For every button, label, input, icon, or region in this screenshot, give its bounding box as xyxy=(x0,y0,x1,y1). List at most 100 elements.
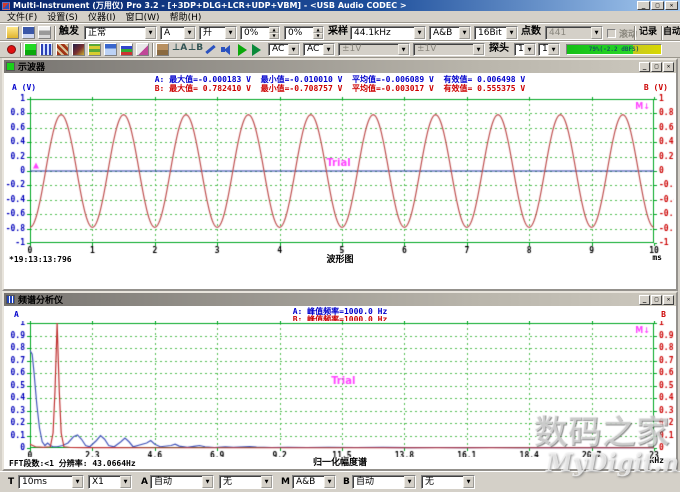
probe-label: 探头 xyxy=(489,42,509,56)
close-icon[interactable]: ✕ xyxy=(663,295,674,305)
derived-data-icon[interactable] xyxy=(120,43,133,56)
scope-y-label-left: A (V) xyxy=(12,83,36,92)
play-icon[interactable] xyxy=(238,44,247,56)
ground-b-icon[interactable]: ⊥B xyxy=(188,42,203,55)
chevron-down-icon[interactable]: ▼ xyxy=(404,476,415,488)
menu-bar: 文件(F) 设置(S) 仪器(I) 窗口(W) 帮助(H) xyxy=(0,11,680,23)
restore-icon[interactable]: □ xyxy=(651,295,662,305)
chevron-down-icon[interactable]: ▼ xyxy=(524,44,535,55)
points-select: 441 ▼ xyxy=(545,26,603,40)
a-range-mode-value: 自动 xyxy=(151,476,202,488)
save-icon[interactable] xyxy=(22,26,35,39)
toolbar-separator xyxy=(54,26,56,40)
chevron-down-icon[interactable]: ▼ xyxy=(72,476,83,488)
device-test-plan-icon[interactable] xyxy=(104,43,117,56)
scope-x-title: 波形图 xyxy=(4,255,676,265)
minimize-icon[interactable]: _ xyxy=(637,1,650,10)
close-icon[interactable]: ✕ xyxy=(665,1,678,10)
chevron-down-icon[interactable]: ▼ xyxy=(323,44,334,55)
spectrum-analyzer-icon[interactable] xyxy=(40,43,53,56)
sweep-time-select[interactable]: 10ms ▼ xyxy=(18,475,84,489)
coupling-b-select[interactable]: AC ▼ xyxy=(303,43,335,56)
maximize-icon[interactable]: □ xyxy=(651,1,664,10)
speaker-icon[interactable] xyxy=(220,43,233,56)
calibration-icon[interactable] xyxy=(156,43,169,56)
ground-a-icon[interactable]: ⊥A xyxy=(172,42,187,55)
oscilloscope-title-bar[interactable]: 示波器 _ □ ✕ xyxy=(4,60,676,73)
trigger-source-value: A xyxy=(161,27,184,39)
spectrum-x-unit: KHz xyxy=(650,456,664,465)
chevron-down-icon[interactable]: ▼ xyxy=(463,476,474,488)
chevron-down-icon[interactable]: ▼ xyxy=(184,27,195,39)
menu-help[interactable]: 帮助(H) xyxy=(166,10,208,23)
trigger-level-stepper[interactable]: 0% ▲▼ xyxy=(240,26,280,40)
zoom-value: X1 xyxy=(89,476,120,488)
auto-button[interactable]: 自动 xyxy=(663,24,680,40)
sample-rate-value: 44.1kHz xyxy=(351,27,414,39)
chevron-down-icon[interactable]: ▼ xyxy=(459,27,470,39)
b-range-mode-select[interactable]: 自动 ▼ xyxy=(352,475,416,489)
signal-generator-icon[interactable] xyxy=(88,43,101,56)
spectrum-plot xyxy=(6,321,674,457)
spin-down-icon[interactable]: ▼ xyxy=(269,33,279,39)
trigger-label: 触发 xyxy=(59,25,79,39)
probe-a-select[interactable]: 1 ▼ xyxy=(514,43,536,56)
open-file-icon[interactable] xyxy=(6,26,19,39)
spectrum-3d-icon[interactable] xyxy=(72,43,85,56)
restore-icon[interactable]: □ xyxy=(651,62,662,72)
minimize-icon[interactable]: _ xyxy=(639,62,650,72)
trigger-source-select[interactable]: A ▼ xyxy=(160,26,196,40)
trigger-delay-stepper[interactable]: 0% ▲▼ xyxy=(284,26,324,40)
sample-rate-select[interactable]: 44.1kHz ▼ xyxy=(350,26,426,40)
coupling-a-select[interactable]: AC ▼ xyxy=(268,43,300,56)
chevron-down-icon[interactable]: ▼ xyxy=(261,476,272,488)
multimeter-icon[interactable] xyxy=(56,43,69,56)
minimize-icon[interactable]: _ xyxy=(639,295,650,305)
menu-file[interactable]: 文件(F) xyxy=(3,10,43,23)
chevron-down-icon[interactable]: ▼ xyxy=(225,27,236,39)
oscilloscope-plot xyxy=(6,92,674,254)
chevron-down-icon[interactable]: ▼ xyxy=(414,27,425,39)
app-icon xyxy=(2,2,10,10)
spectrum-title-bar[interactable]: 频谱分析仪 _ □ ✕ xyxy=(4,293,676,306)
bit-depth-select[interactable]: 16Bit ▼ xyxy=(474,26,518,40)
close-icon[interactable]: ✕ xyxy=(663,62,674,72)
chevron-down-icon[interactable]: ▼ xyxy=(324,476,335,488)
lcr-meter-icon[interactable] xyxy=(136,43,149,56)
toolbar-separator xyxy=(152,43,154,57)
chevron-down-icon[interactable]: ▼ xyxy=(145,27,156,39)
channel-mode-select[interactable]: A&B ▼ xyxy=(429,26,471,40)
chevron-down-icon[interactable]: ▼ xyxy=(202,476,213,488)
chevron-down-icon[interactable]: ▼ xyxy=(548,44,559,55)
sweep-b-label: B xyxy=(343,475,350,489)
spectrum-window: 频谱分析仪 _ □ ✕ A: 峰值频率=1000.0 Hz B: 峰值频率=10… xyxy=(2,291,678,471)
trigger-edge-select[interactable]: 升 ▼ xyxy=(199,26,237,40)
play-loop-icon[interactable] xyxy=(252,44,261,56)
settings-wrench-icon[interactable] xyxy=(204,43,217,56)
a-extra-select[interactable]: 无 ▼ xyxy=(219,475,273,489)
scope-x-unit: ms xyxy=(652,253,662,262)
record-button[interactable]: 记录 xyxy=(639,24,657,40)
trigger-mode-select[interactable]: 正常 ▼ xyxy=(84,26,157,40)
spin-down-icon[interactable]: ▼ xyxy=(313,33,323,39)
menu-settings[interactable]: 设置(S) xyxy=(43,10,84,23)
oscilloscope-icon[interactable] xyxy=(24,43,37,56)
trigger-edge-value: 升 xyxy=(200,27,225,39)
range-a-value: ±1V xyxy=(339,44,398,55)
chevron-down-icon[interactable]: ▼ xyxy=(120,476,131,488)
chevron-down-icon[interactable]: ▼ xyxy=(506,27,517,39)
probe-b-select[interactable]: 1 ▼ xyxy=(538,43,560,56)
chevron-down-icon[interactable]: ▼ xyxy=(288,44,299,55)
zoom-select[interactable]: X1 ▼ xyxy=(88,475,132,489)
menu-instrument[interactable]: 仪器(I) xyxy=(84,10,122,23)
sweep-time-value: 10ms xyxy=(19,476,72,488)
coupling-b-value: AC xyxy=(304,44,323,55)
record-dot-icon[interactable] xyxy=(7,45,16,54)
toolbar-sampling: 触发 正常 ▼ A ▼ 升 ▼ 0% ▲▼ 0% ▲▼ 采样 44.1kHz ▼… xyxy=(0,23,680,41)
a-range-mode-select[interactable]: 自动 ▼ xyxy=(150,475,214,489)
b-extra-select[interactable]: 无 ▼ xyxy=(421,475,475,489)
a-extra-value: 无 xyxy=(220,476,261,488)
print-icon[interactable] xyxy=(38,26,51,39)
m-mode-select[interactable]: A&B ▼ xyxy=(292,475,336,489)
menu-window[interactable]: 窗口(W) xyxy=(122,10,166,23)
